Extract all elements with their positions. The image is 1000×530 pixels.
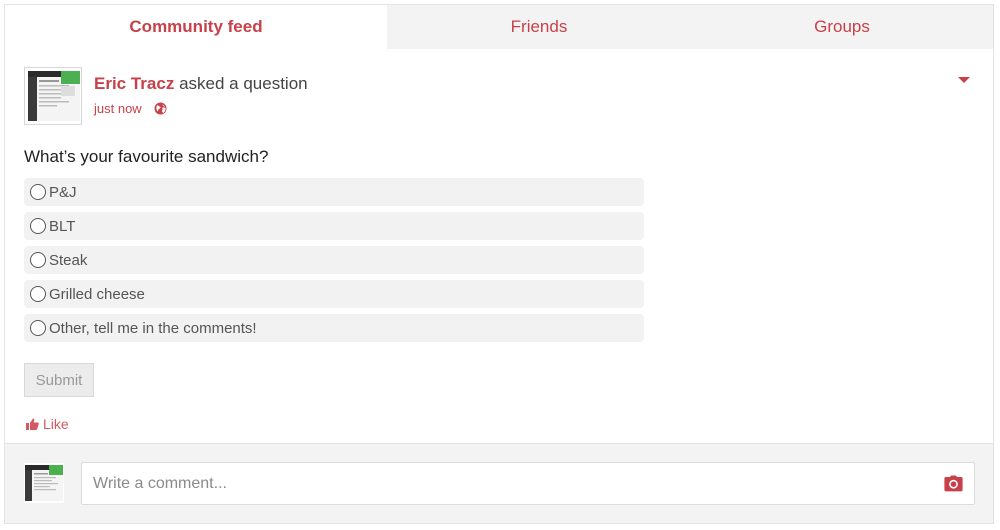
poll-option[interactable]: Steak: [24, 246, 644, 274]
submit-button[interactable]: Submit: [24, 363, 94, 397]
poll-option-label: Other, tell me in the comments!: [49, 319, 257, 337]
poll-options: P&J BLT Steak Grilled cheese Other, tell…: [24, 178, 644, 348]
poll-option[interactable]: P&J: [24, 178, 644, 206]
comment-section: [5, 443, 993, 523]
tab-community-feed[interactable]: Community feed: [5, 5, 387, 49]
poll-option-label: Steak: [49, 251, 88, 269]
feed-tabs: Community feed Friends Groups: [5, 5, 993, 49]
radio-button[interactable]: [30, 286, 46, 302]
current-user-avatar: [24, 463, 64, 503]
globe-icon: [154, 102, 167, 115]
post-action: asked a question: [179, 74, 308, 93]
poll-option[interactable]: Grilled cheese: [24, 280, 644, 308]
post-timestamp[interactable]: just now: [94, 101, 142, 116]
radio-button[interactable]: [30, 252, 46, 268]
caret-down-icon[interactable]: [957, 72, 971, 83]
radio-button[interactable]: [30, 320, 46, 336]
tab-groups[interactable]: Groups: [691, 5, 993, 49]
author-name[interactable]: Eric Tracz: [94, 74, 174, 93]
radio-button[interactable]: [30, 218, 46, 234]
camera-icon[interactable]: [944, 475, 963, 492]
radio-button[interactable]: [30, 184, 46, 200]
comment-box: [81, 462, 975, 505]
poll-option[interactable]: BLT: [24, 212, 644, 240]
poll-option-label: BLT: [49, 217, 76, 235]
poll-option-label: P&J: [49, 183, 77, 201]
poll-option-label: Grilled cheese: [49, 285, 145, 303]
like-button[interactable]: Like: [26, 416, 69, 432]
poll-option[interactable]: Other, tell me in the comments!: [24, 314, 644, 342]
tab-friends[interactable]: Friends: [387, 5, 691, 49]
poll-question: What’s your favourite sandwich?: [24, 147, 269, 166]
feed-panel: Community feed Friends Groups Eric Tracz…: [4, 4, 994, 524]
author-avatar[interactable]: [24, 67, 82, 125]
comment-input[interactable]: [82, 463, 922, 504]
thumbs-up-icon: [26, 418, 39, 430]
like-label: Like: [43, 416, 69, 432]
post-header: Eric Tracz asked a question: [94, 74, 308, 94]
post-meta: just now: [94, 101, 167, 116]
